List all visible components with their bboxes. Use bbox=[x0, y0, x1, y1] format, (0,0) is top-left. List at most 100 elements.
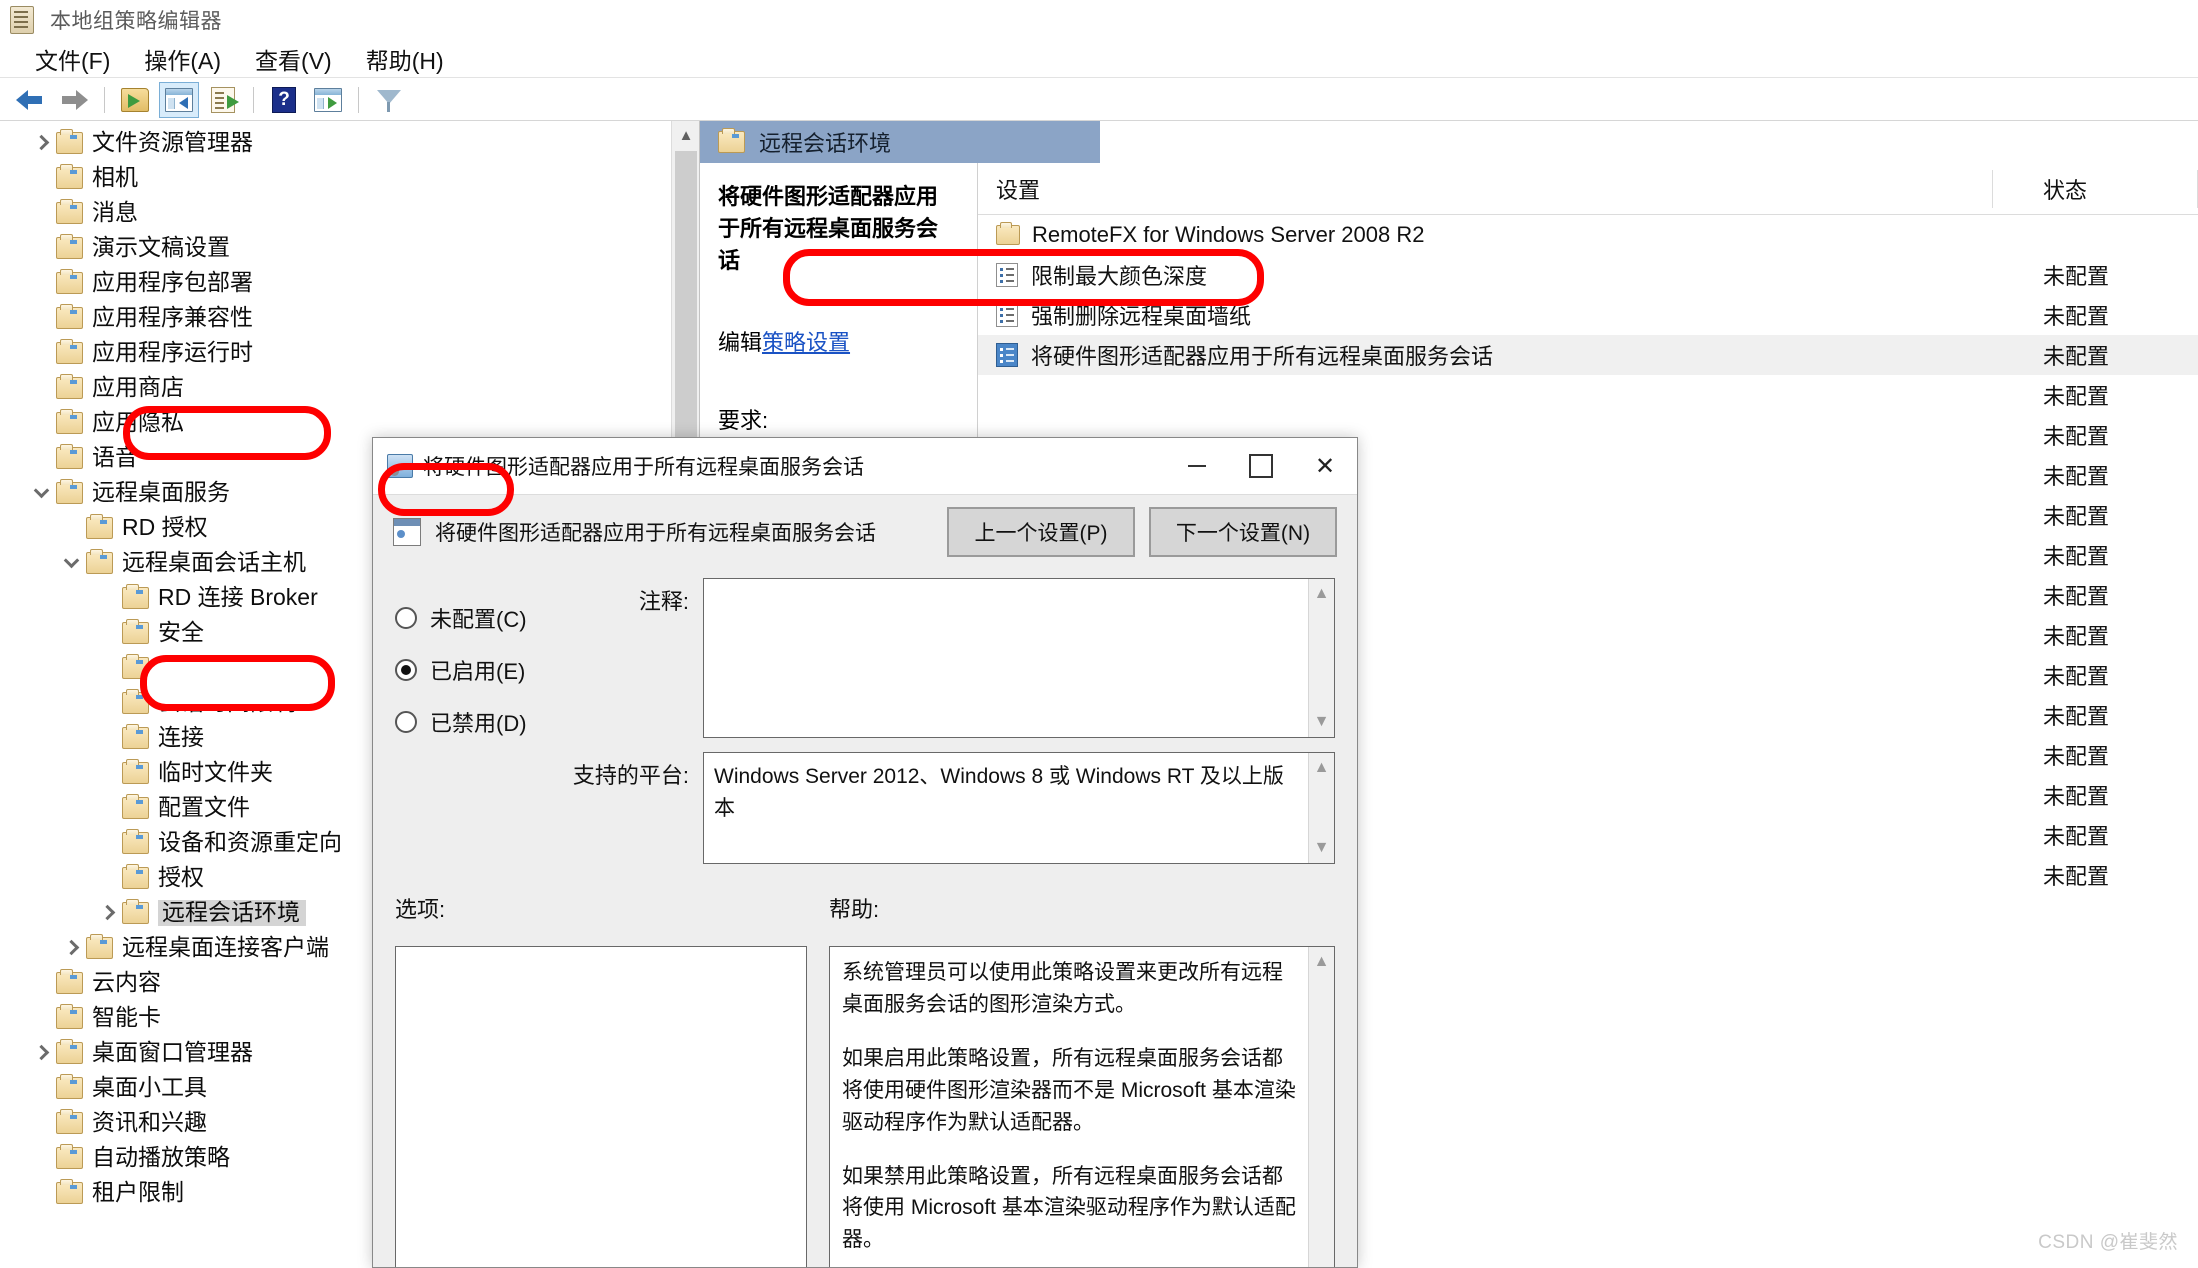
tree-item-label: RD 授权 bbox=[122, 514, 208, 540]
platform-scrollbar[interactable]: ▲ ▼ bbox=[1308, 753, 1334, 863]
tree-item-label: 桌面小工具 bbox=[92, 1074, 207, 1100]
tree-item[interactable]: 相机 bbox=[0, 160, 671, 195]
funnel-icon[interactable] bbox=[369, 82, 409, 118]
status-cell: 未配置 bbox=[2043, 464, 2110, 489]
folder-icon bbox=[56, 1073, 83, 1099]
chevron-down-icon[interactable] bbox=[56, 548, 86, 578]
maximize-icon[interactable] bbox=[1229, 438, 1293, 494]
scroll-down-icon[interactable]: ▼ bbox=[1314, 839, 1330, 857]
scroll-up-icon[interactable]: ▲ bbox=[672, 121, 699, 149]
tree-item[interactable]: 应用程序运行时 bbox=[0, 335, 671, 370]
table-row[interactable]: 将硬件图形适配器应用于所有远程桌面服务会话 未配置 bbox=[978, 335, 2198, 375]
tree-item-label: 资讯和兴趣 bbox=[92, 1109, 207, 1135]
tree-item-label: 相机 bbox=[92, 164, 138, 190]
policy-scroll-icon bbox=[10, 5, 40, 35]
radio-not-configured[interactable]: 未配置(C) bbox=[395, 592, 563, 644]
menu-file[interactable]: 文件(F) bbox=[18, 42, 127, 76]
dialog-heading: 将硬件图形适配器应用于所有远程桌面服务会话 bbox=[435, 521, 876, 545]
policy-name-cell: RemoteFX for Windows Server 2008 R2 bbox=[978, 222, 1993, 248]
window-pane-left-icon[interactable] bbox=[159, 81, 199, 118]
status-cell: 未配置 bbox=[2043, 504, 2110, 529]
edit-policy-link[interactable]: 策略设置 bbox=[762, 330, 850, 355]
minimize-icon[interactable] bbox=[1165, 438, 1229, 494]
status-cell: 未配置 bbox=[2043, 384, 2110, 409]
tree-item[interactable]: 应用程序包部署 bbox=[0, 265, 671, 300]
folder-icon bbox=[122, 863, 149, 889]
tree-item-label: 授权 bbox=[158, 864, 204, 890]
folder-icon bbox=[56, 163, 83, 189]
window-titlebar: 本地组策略编辑器 bbox=[0, 0, 2198, 40]
menu-view[interactable]: 查看(V) bbox=[238, 42, 349, 76]
help-scrollbar[interactable]: ▲ ▼ bbox=[1308, 947, 1334, 1267]
menu-help[interactable]: 帮助(H) bbox=[349, 42, 461, 76]
dialog-body: 未配置(C) 已启用(E) 已禁用(D) 注释: ▲ ▼ 支持的平台: Wind… bbox=[373, 568, 1357, 1267]
chevron-down-icon[interactable] bbox=[26, 478, 56, 508]
tree-item-label: 连接 bbox=[158, 724, 204, 750]
scroll-up-icon[interactable]: ▲ bbox=[1314, 585, 1330, 603]
back-arrow-icon[interactable] bbox=[10, 82, 50, 118]
tree-item[interactable]: 应用商店 bbox=[0, 370, 671, 405]
tree-item[interactable]: 消息 bbox=[0, 195, 671, 230]
table-row[interactable]: 强制删除远程桌面墙纸 未配置 bbox=[978, 295, 2198, 335]
scroll-up-icon[interactable]: ▲ bbox=[1314, 953, 1330, 971]
status-cell: 未配置 bbox=[2043, 544, 2110, 569]
radio-disabled[interactable]: 已禁用(D) bbox=[395, 696, 563, 748]
tree-item-label: 应用程序包部署 bbox=[92, 269, 253, 295]
radio-label: 未配置(C) bbox=[430, 607, 527, 632]
menubar: 文件(F) 操作(A) 查看(V) 帮助(H) bbox=[0, 40, 2198, 78]
close-icon[interactable]: ✕ bbox=[1293, 438, 1357, 494]
options-area[interactable] bbox=[395, 946, 807, 1267]
column-header-status[interactable]: 状态 bbox=[1993, 169, 2198, 208]
table-row[interactable]: RemoteFX for Windows Server 2008 R2 bbox=[978, 215, 2198, 255]
folder-icon bbox=[56, 128, 83, 154]
comment-scrollbar[interactable]: ▲ ▼ bbox=[1308, 579, 1334, 737]
folder-go-icon[interactable] bbox=[115, 82, 155, 118]
tree-item-label: 云内容 bbox=[92, 969, 161, 995]
comment-input[interactable]: ▲ ▼ bbox=[703, 578, 1335, 738]
tree-item[interactable]: 演示文稿设置 bbox=[0, 230, 671, 265]
tree-item-label: 应用程序兼容性 bbox=[92, 304, 253, 330]
tree-item[interactable]: 应用隐私 bbox=[0, 405, 671, 440]
table-row[interactable]: 限制最大颜色深度 未配置 bbox=[978, 255, 2198, 295]
policy-setting-dialog: 将硬件图形适配器应用于所有远程桌面服务会话 ✕ 将硬件图形适配器应用于所有远程桌… bbox=[372, 437, 1358, 1268]
policy-name-label: RemoteFX for Windows Server 2008 R2 bbox=[1032, 222, 1425, 247]
next-setting-button[interactable]: 下一个设置(N) bbox=[1149, 506, 1337, 557]
tree-item-label: 自动播放策略 bbox=[92, 1144, 230, 1170]
tree-item-label: 会话时间限制 bbox=[158, 689, 296, 715]
column-header-setting[interactable]: 设置 bbox=[978, 169, 1993, 208]
help-paragraph: 如果启用此策略设置，所有远程桌面服务会话都将使用硬件图形渲染器而不是 Micro… bbox=[842, 1046, 1296, 1134]
folder-icon bbox=[56, 373, 83, 399]
result-pane-title: 远程会话环境 bbox=[759, 131, 892, 156]
table-row[interactable]: 未配置 bbox=[978, 375, 2198, 415]
folder-icon bbox=[996, 222, 1020, 245]
help-paragraph: 系统管理员可以使用此策略设置来更改所有远程桌面服务会话的图形渲染方式。 bbox=[842, 961, 1283, 1016]
platform-value: Windows Server 2012、Windows 8 或 Windows … bbox=[714, 765, 1284, 820]
radio-enabled[interactable]: 已启用(E) bbox=[395, 644, 563, 696]
scroll-down-icon[interactable]: ▼ bbox=[1314, 713, 1330, 731]
folder-icon bbox=[122, 828, 149, 854]
tree-item[interactable]: 应用程序兼容性 bbox=[0, 300, 671, 335]
folder-icon bbox=[86, 548, 113, 574]
policy-setting-icon bbox=[996, 303, 1018, 327]
document-export-icon[interactable] bbox=[203, 82, 243, 118]
chevron-right-icon[interactable] bbox=[26, 1038, 56, 1068]
status-cell: 未配置 bbox=[2043, 744, 2110, 769]
policy-name-label: 限制最大颜色深度 bbox=[1031, 264, 1208, 289]
chevron-right-icon[interactable] bbox=[26, 128, 56, 158]
status-cell: 未配置 bbox=[2043, 584, 2110, 609]
previous-setting-button[interactable]: 上一个设置(P) bbox=[947, 506, 1135, 557]
chevron-right-icon[interactable] bbox=[92, 898, 122, 928]
edit-prefix-label: 编辑 bbox=[718, 329, 763, 355]
scroll-up-icon[interactable]: ▲ bbox=[1314, 759, 1330, 777]
chevron-right-icon[interactable] bbox=[56, 933, 86, 963]
tree-item-label: 消息 bbox=[92, 199, 138, 225]
tree-item-label: 远程会话环境 bbox=[158, 899, 306, 926]
question-mark-icon[interactable]: ? bbox=[264, 82, 304, 118]
forward-arrow-icon[interactable] bbox=[54, 82, 94, 118]
menu-action[interactable]: 操作(A) bbox=[127, 42, 238, 76]
folder-icon bbox=[56, 268, 83, 294]
window-pane-right-icon[interactable] bbox=[308, 82, 348, 118]
tree-item[interactable]: 文件资源管理器 bbox=[0, 125, 671, 160]
folder-icon bbox=[122, 618, 149, 644]
header-cutout bbox=[1100, 121, 2198, 163]
